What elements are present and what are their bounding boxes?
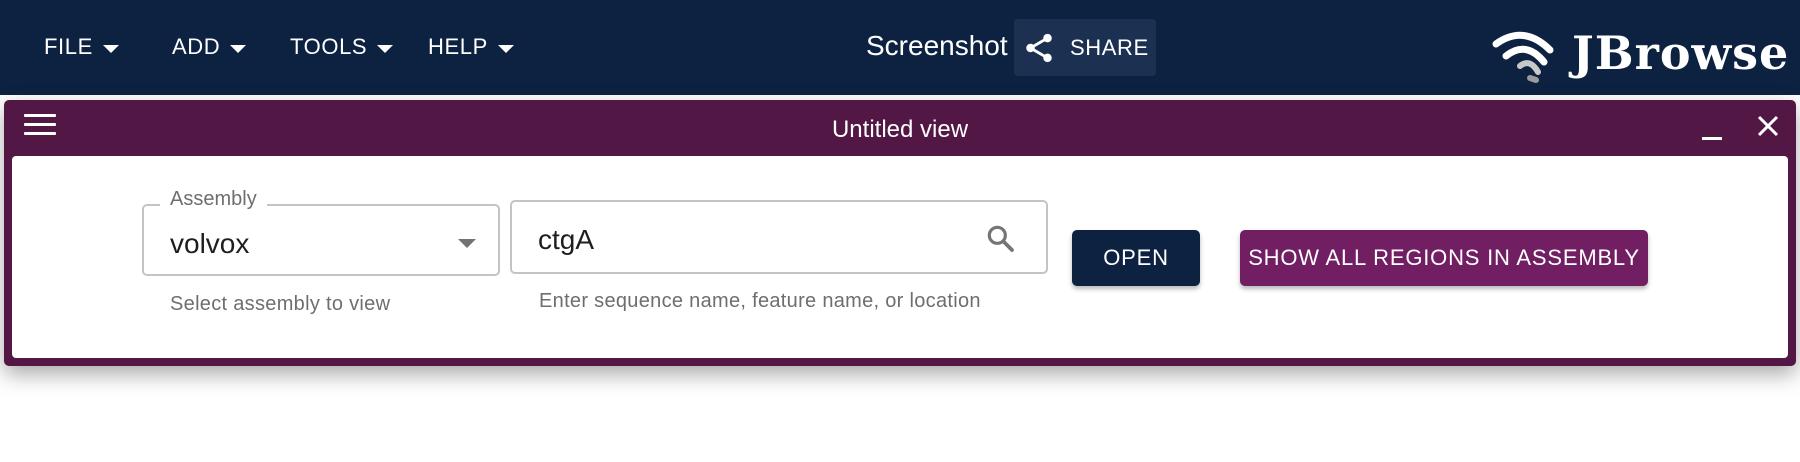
minimize-icon[interactable] [1702,118,1726,142]
view-header: Untitled view [4,100,1796,156]
menu-file-label: FILE [44,34,93,59]
menu-tools[interactable]: TOOLS [290,30,394,64]
assembly-helper-text: Select assembly to view [170,293,391,315]
show-all-regions-label: SHOW ALL REGIONS IN ASSEMBLY [1248,245,1640,270]
assembly-select[interactable]: Assembly volvox [142,188,500,276]
location-search-helper-text: Enter sequence name, feature name, or lo… [539,290,981,312]
jbrowse-logo: JBrowse [1492,22,1789,84]
close-icon[interactable] [1754,112,1782,140]
linear-genome-view: Untitled view Assembly volvox Select ass… [4,100,1796,366]
location-search-input[interactable]: ctgA [510,200,1048,274]
menu-tools-label: TOOLS [290,34,368,59]
assembly-label: Assembly [160,188,267,211]
share-icon [1026,33,1052,62]
open-button[interactable]: OPEN [1072,230,1200,286]
jbrowse-logo-icon [1492,31,1554,83]
search-icon[interactable] [984,222,1016,254]
menu-file[interactable]: FILE [44,30,119,64]
menu-caret-icon [230,44,247,53]
menu-help[interactable]: HELP [428,30,514,64]
app-bar: FILE ADD TOOLS HELP Screenshot SHARE JBr… [0,0,1800,95]
assembly-value: volvox [170,228,250,259]
menu-caret-icon [377,44,394,53]
share-button[interactable]: SHARE [1014,19,1156,76]
location-search-value: ctgA [538,224,595,255]
dropdown-caret-icon [458,239,476,248]
share-label: SHARE [1070,34,1149,60]
show-all-regions-button[interactable]: SHOW ALL REGIONS IN ASSEMBLY [1240,230,1648,286]
menu-caret-icon [102,44,119,53]
view-import-form: Assembly volvox Select assembly to view … [12,156,1788,358]
logo-text: JBrowse [1572,26,1790,80]
menu-add[interactable]: ADD [172,30,247,64]
menu-caret-icon [497,44,514,53]
menu-help-label: HELP [428,34,488,59]
session-name[interactable]: Screenshot [866,30,1008,62]
open-button-label: OPEN [1103,245,1169,270]
menu-add-label: ADD [172,34,221,59]
view-title[interactable]: Untitled view [4,116,1796,144]
